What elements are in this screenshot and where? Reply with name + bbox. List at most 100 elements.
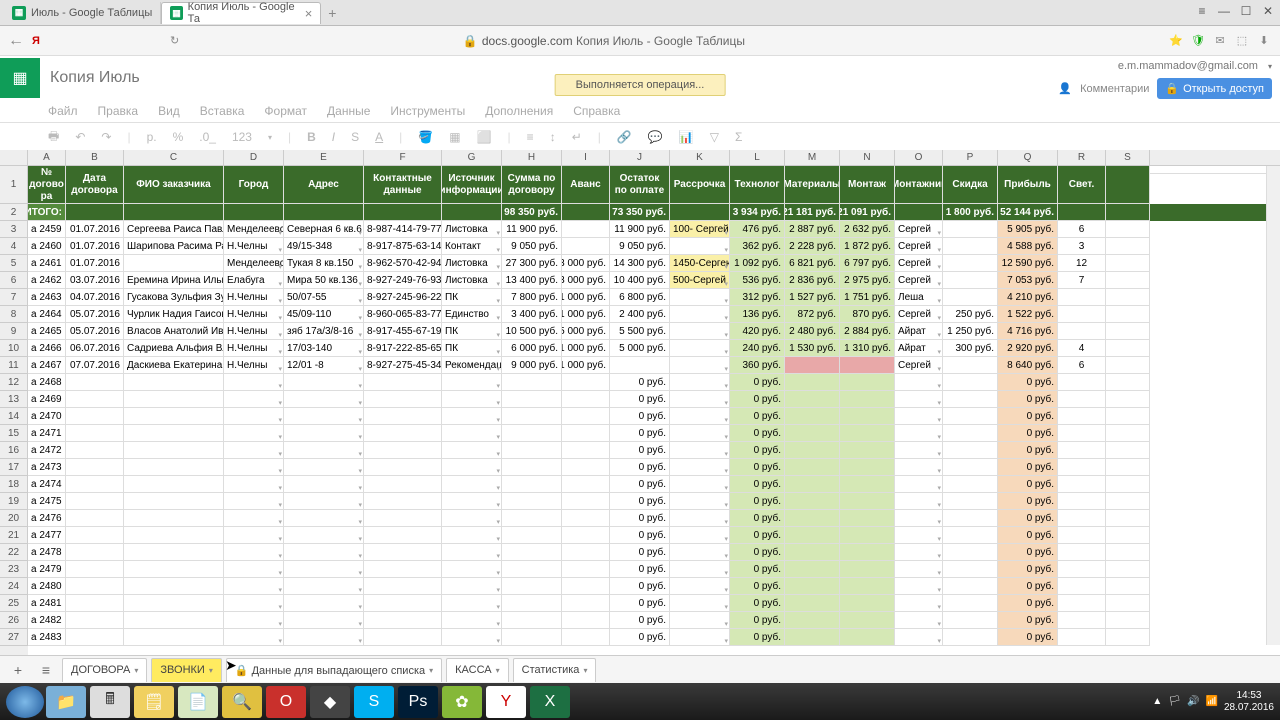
extension-icon[interactable]: ⬚ — [1234, 33, 1250, 49]
data-cell[interactable] — [562, 561, 610, 578]
data-cell[interactable]: 312 руб. — [730, 289, 785, 306]
totals-cell[interactable] — [66, 204, 124, 221]
row-header-14[interactable]: 14 — [0, 408, 28, 425]
data-cell[interactable] — [562, 391, 610, 408]
data-cell[interactable] — [224, 612, 284, 629]
data-cell[interactable] — [124, 459, 224, 476]
yandex-icon[interactable]: Y — [486, 686, 526, 718]
row-header-5[interactable]: 5 — [0, 255, 28, 272]
header-cell[interactable]: Город — [224, 166, 284, 204]
corel-icon[interactable]: ✿ — [442, 686, 482, 718]
totals-cell[interactable] — [670, 204, 730, 221]
data-cell[interactable] — [1058, 578, 1106, 595]
data-cell[interactable]: Айрат — [895, 323, 943, 340]
data-cell[interactable]: 0 руб. — [730, 544, 785, 561]
data-cell[interactable]: 12/01 -8 — [284, 357, 364, 374]
data-cell[interactable]: а 2459 — [28, 221, 66, 238]
data-cell[interactable] — [943, 391, 998, 408]
menu-tools[interactable]: Инструменты — [390, 104, 465, 118]
back-button[interactable]: ← — [8, 32, 24, 50]
data-cell[interactable] — [224, 425, 284, 442]
row-header-10[interactable]: 10 — [0, 340, 28, 357]
data-cell[interactable]: 01.07.2016 — [66, 221, 124, 238]
data-cell[interactable]: Н.Челны — [224, 238, 284, 255]
valign-icon[interactable]: ↕ — [550, 130, 556, 144]
chart-icon[interactable]: 📊 — [679, 130, 694, 144]
totals-cell[interactable] — [1106, 204, 1150, 221]
data-cell[interactable] — [1058, 476, 1106, 493]
data-cell[interactable]: 06.07.2016 — [66, 340, 124, 357]
data-cell[interactable]: 2 975 руб. — [840, 272, 895, 289]
data-cell[interactable]: а 2481 — [28, 595, 66, 612]
data-cell[interactable] — [502, 391, 562, 408]
data-cell[interactable]: Н.Челны — [224, 306, 284, 323]
data-cell[interactable]: 0 руб. — [998, 561, 1058, 578]
data-cell[interactable] — [670, 391, 730, 408]
data-cell[interactable]: 6 — [1058, 357, 1106, 374]
data-cell[interactable] — [284, 629, 364, 646]
maximize-button[interactable]: ☐ — [1238, 4, 1254, 18]
data-cell[interactable] — [124, 255, 224, 272]
data-cell[interactable] — [124, 629, 224, 646]
data-cell[interactable]: 13 400 руб. — [502, 272, 562, 289]
data-cell[interactable]: Листовка — [442, 255, 502, 272]
data-cell[interactable]: 49/15-348 — [284, 238, 364, 255]
data-cell[interactable] — [943, 221, 998, 238]
data-cell[interactable]: 0 руб. — [730, 374, 785, 391]
data-cell[interactable] — [895, 612, 943, 629]
volume-icon[interactable]: 🔊 — [1187, 696, 1199, 707]
data-cell[interactable] — [943, 357, 998, 374]
data-cell[interactable]: 0 руб. — [998, 527, 1058, 544]
data-cell[interactable]: 12 — [1058, 255, 1106, 272]
data-cell[interactable] — [1058, 510, 1106, 527]
data-cell[interactable] — [943, 527, 998, 544]
menu-addons[interactable]: Дополнения — [485, 104, 553, 118]
data-cell[interactable]: 2 480 руб. — [785, 323, 840, 340]
data-cell[interactable] — [670, 595, 730, 612]
borders-icon[interactable]: ▦ — [449, 130, 460, 144]
data-cell[interactable]: 14 300 руб. — [610, 255, 670, 272]
data-cell[interactable] — [284, 527, 364, 544]
data-cell[interactable] — [785, 595, 840, 612]
row-header-20[interactable]: 20 — [0, 510, 28, 527]
data-cell[interactable] — [943, 442, 998, 459]
data-cell[interactable]: а 2466 — [28, 340, 66, 357]
data-cell[interactable]: 0 руб. — [610, 476, 670, 493]
data-cell[interactable] — [442, 408, 502, 425]
data-cell[interactable] — [895, 459, 943, 476]
data-cell[interactable] — [785, 442, 840, 459]
data-cell[interactable]: Тукая 8 кв.150 — [284, 255, 364, 272]
data-cell[interactable] — [785, 527, 840, 544]
totals-cell[interactable]: 21 181 руб. — [785, 204, 840, 221]
data-cell[interactable] — [562, 493, 610, 510]
data-cell[interactable]: 0 руб. — [610, 527, 670, 544]
data-cell[interactable] — [1106, 459, 1150, 476]
data-cell[interactable]: 250 руб. — [943, 306, 998, 323]
data-cell[interactable]: 6 797 руб. — [840, 255, 895, 272]
data-cell[interactable]: 8-917-875-63-14 — [364, 238, 442, 255]
data-cell[interactable]: а 2482 — [28, 612, 66, 629]
column-header-P[interactable]: P — [943, 150, 998, 165]
data-cell[interactable]: 0 руб. — [730, 391, 785, 408]
data-cell[interactable]: Леша — [895, 289, 943, 306]
data-cell[interactable]: 1 872 руб. — [840, 238, 895, 255]
mail-icon[interactable]: ✉ — [1212, 33, 1228, 49]
data-cell[interactable] — [124, 561, 224, 578]
data-cell[interactable] — [1058, 595, 1106, 612]
data-cell[interactable]: 0 руб. — [610, 612, 670, 629]
data-cell[interactable]: Листовка — [442, 272, 502, 289]
column-header-I[interactable]: I — [562, 150, 610, 165]
download-icon[interactable]: ⬇ — [1256, 33, 1272, 49]
data-cell[interactable] — [1106, 510, 1150, 527]
data-cell[interactable] — [224, 493, 284, 510]
data-cell[interactable]: 2 836 руб. — [785, 272, 840, 289]
data-cell[interactable] — [562, 544, 610, 561]
data-cell[interactable] — [670, 459, 730, 476]
data-cell[interactable] — [840, 459, 895, 476]
data-cell[interactable] — [124, 425, 224, 442]
data-cell[interactable] — [785, 476, 840, 493]
data-cell[interactable]: а 2464 — [28, 306, 66, 323]
row-header-1[interactable]: 1 — [0, 166, 28, 204]
data-cell[interactable] — [502, 527, 562, 544]
start-button[interactable] — [6, 686, 44, 718]
